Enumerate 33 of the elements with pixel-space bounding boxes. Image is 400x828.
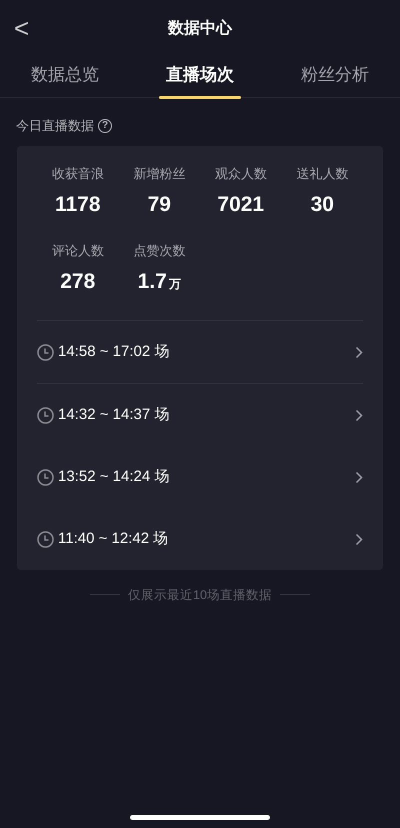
- clock-icon: [37, 468, 54, 486]
- chevron-right-icon: [355, 470, 363, 484]
- session-row[interactable]: 14:58 ~ 17:02 场: [37, 320, 363, 382]
- stat-value: 1.7: [138, 270, 167, 293]
- stat-unit: 万: [168, 277, 181, 291]
- chevron-right-icon: [355, 532, 363, 546]
- stat-label: 观众人数: [214, 164, 268, 182]
- page-title: 数据中心: [168, 18, 232, 39]
- help-icon[interactable]: ?: [98, 118, 112, 133]
- stat-value: 79: [148, 193, 171, 216]
- tab[interactable]: 直播场次: [159, 62, 241, 97]
- section-title: 今日直播数据: [16, 117, 94, 135]
- stat-value: 7021: [217, 193, 264, 216]
- session-row[interactable]: 14:32 ~ 14:37 场: [37, 384, 363, 446]
- stat-label: 评论人数: [50, 242, 105, 260]
- stat-label: 点赞次数: [132, 242, 186, 260]
- tab[interactable]: 粉丝分析: [294, 62, 376, 97]
- stat-label: 收获音浪: [50, 164, 105, 182]
- session-row[interactable]: 13:52 ~ 14:24 场: [37, 446, 363, 508]
- stat-value: 278: [60, 270, 96, 293]
- stat-label: 送礼人数: [295, 164, 350, 182]
- stat-label: 新增粉丝: [132, 164, 186, 182]
- session-row[interactable]: 11:40 ~ 12:42 场: [37, 508, 363, 570]
- tab[interactable]: 数据总览: [24, 62, 106, 97]
- clock-icon: [37, 530, 54, 548]
- back-button[interactable]: <: [14, 14, 30, 42]
- clock-icon: [37, 344, 54, 360]
- footer-note: 仅展示最近10场直播数据: [128, 586, 272, 604]
- stat-value: 30: [310, 193, 334, 216]
- chevron-right-icon: [355, 346, 363, 358]
- clock-icon: [37, 406, 54, 424]
- stat-value: 1178: [54, 193, 101, 216]
- chevron-right-icon: [355, 408, 363, 422]
